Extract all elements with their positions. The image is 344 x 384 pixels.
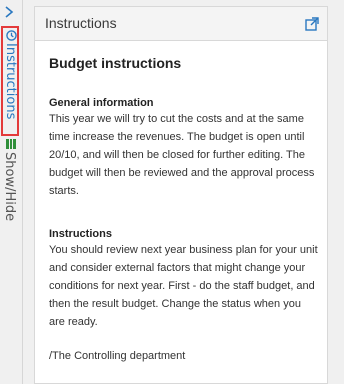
section-title-general: General information [49, 97, 154, 109]
rail-tab-show-hide-label: Show/Hide [2, 152, 17, 222]
section-title-instructions: Instructions [49, 228, 112, 240]
chevron-right-icon[interactable] [4, 6, 16, 20]
panel-title: Instructions [45, 15, 117, 31]
rail-divider [22, 0, 23, 384]
rail-tab-instructions-label: Instructions [3, 43, 18, 120]
instructions-panel: Instructions Budget instructions General… [34, 6, 328, 384]
clock-icon [6, 30, 17, 41]
section-text-instructions: You should review next year business pla… [49, 244, 318, 328]
instructions-window: Instructions Show/Hide Instructions Budg… [0, 0, 344, 384]
panel-content: Budget instructions General information … [49, 55, 319, 365]
rail-tab-show-hide[interactable]: Show/Hide [1, 137, 19, 233]
external-link-icon[interactable] [305, 17, 319, 31]
panel-header: Instructions [35, 7, 327, 41]
side-rail: Instructions Show/Hide [0, 0, 22, 384]
section-text-general: This year we will try to cut the costs a… [49, 113, 315, 197]
bars-icon [6, 139, 16, 149]
signature: /The Controlling department [49, 350, 186, 362]
rail-tab-instructions[interactable]: Instructions [1, 26, 19, 136]
page-title: Budget instructions [49, 55, 182, 71]
